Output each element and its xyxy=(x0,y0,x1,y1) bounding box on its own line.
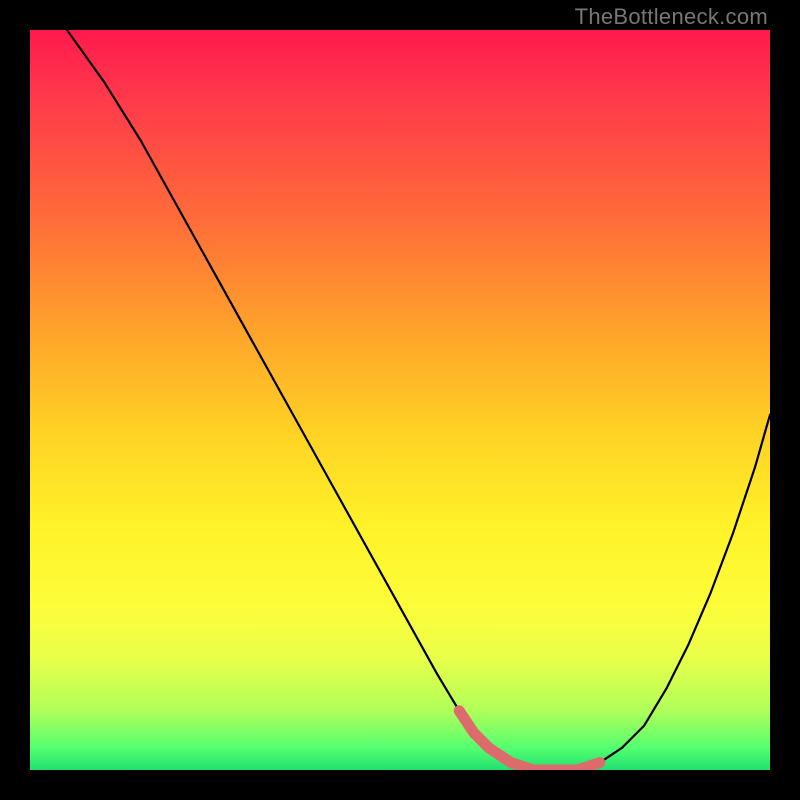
plot-area xyxy=(30,30,770,770)
watermark-text: TheBottleneck.com xyxy=(575,4,768,30)
optimal-range-marker xyxy=(459,711,600,770)
bottleneck-curve xyxy=(67,30,770,770)
chart-svg xyxy=(30,30,770,770)
chart-container: TheBottleneck.com xyxy=(0,0,800,800)
